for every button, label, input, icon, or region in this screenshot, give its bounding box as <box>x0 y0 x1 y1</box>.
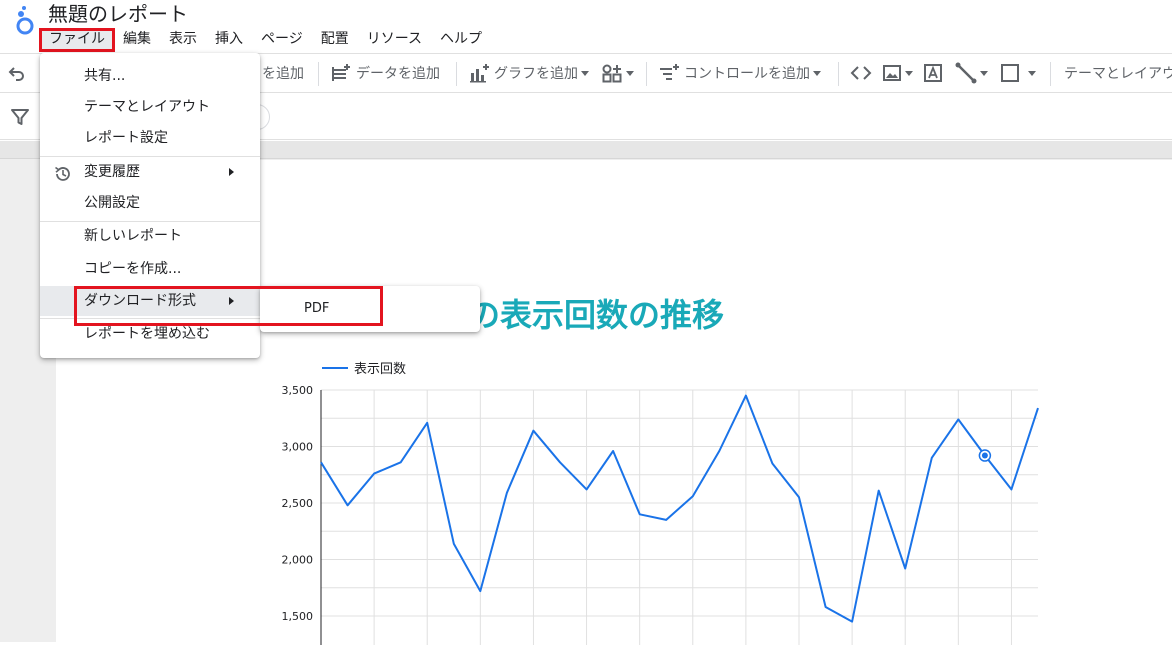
menubar: ファイル 編集 表示 挿入 ページ 配置 リソース ヘルプ <box>39 28 491 52</box>
download-submenu: PDF <box>260 286 480 332</box>
data-point <box>744 394 748 398</box>
data-point <box>770 461 774 465</box>
document-title[interactable]: 無題のレポート <box>48 0 188 28</box>
data-point <box>877 489 881 493</box>
shape-icon[interactable] <box>1000 60 1036 86</box>
embed-code-icon[interactable] <box>850 60 872 86</box>
filter-icon[interactable] <box>10 107 30 131</box>
data-point-highlight <box>981 452 988 459</box>
menu-item-version-history[interactable]: 変更履歴 <box>40 157 260 187</box>
add-data-button[interactable]: データを追加 <box>330 60 440 86</box>
report-title[interactable]: の表示回数の推移 <box>468 290 724 336</box>
submenu-arrow-icon <box>229 168 234 176</box>
add-data-icon <box>332 64 350 81</box>
menu-item-embed-report[interactable]: レポートを埋め込む <box>40 319 260 349</box>
add-chart-label: グラフを追加 <box>494 66 578 82</box>
y-tick-label: 1,500 <box>282 610 314 623</box>
data-point <box>531 429 535 433</box>
legend-label: 表示回数 <box>354 362 406 377</box>
data-point <box>558 460 562 464</box>
data-point <box>930 456 934 460</box>
add-control-button[interactable]: コントロールを追加 <box>658 60 821 86</box>
add-component-button[interactable] <box>601 60 634 86</box>
menu-arrange[interactable]: 配置 <box>312 29 358 51</box>
y-axis-ticks: 3,500 3,000 2,500 2,000 1,500 <box>282 384 314 623</box>
submenu-item-pdf[interactable]: PDF <box>260 294 480 324</box>
menu-item-share[interactable]: 共有... <box>40 61 260 91</box>
y-tick-label: 3,000 <box>282 441 314 454</box>
y-tick-label: 2,500 <box>282 497 314 510</box>
theme-layout-button[interactable]: テーマとレイアウト <box>1064 60 1172 86</box>
data-point <box>505 491 509 495</box>
menu-item-make-copy[interactable]: コピーを作成... <box>40 254 260 284</box>
menu-insert[interactable]: 挿入 <box>206 29 252 51</box>
menu-item-theme-layout[interactable]: テーマとレイアウト <box>40 92 260 122</box>
data-point <box>1009 487 1013 491</box>
data-point <box>372 472 376 476</box>
undo-icon[interactable] <box>8 60 26 86</box>
data-point <box>611 449 615 453</box>
looker-studio-logo-icon[interactable] <box>12 4 38 36</box>
file-menu: 共有... テーマとレイアウト レポート設定 変更履歴 公開設定 新しいレポート… <box>40 53 260 358</box>
y-tick-label: 2,000 <box>282 554 314 567</box>
data-point <box>399 460 403 464</box>
text-box-icon[interactable] <box>922 60 944 86</box>
download-as-label: ダウンロード形式 <box>84 293 196 309</box>
add-control-label: コントロールを追加 <box>684 66 810 82</box>
time-series-chart[interactable]: 3,500 3,000 2,500 2,000 1,500 表示回数 <box>270 355 1050 645</box>
data-point <box>903 567 907 571</box>
menu-view[interactable]: 表示 <box>160 29 206 51</box>
menu-item-publish-settings[interactable]: 公開設定 <box>40 188 260 218</box>
menu-edit[interactable]: 編集 <box>114 29 160 51</box>
data-point <box>1036 406 1040 410</box>
data-point <box>425 421 429 425</box>
data-point <box>850 620 854 624</box>
data-point <box>717 449 721 453</box>
data-point <box>346 503 350 507</box>
menu-file[interactable]: ファイル <box>39 28 115 52</box>
add-chart-icon <box>470 64 489 83</box>
y-tick-label: 3,500 <box>282 384 314 397</box>
data-point <box>478 589 482 593</box>
data-point <box>452 542 456 546</box>
data-point <box>638 512 642 516</box>
menu-item-download-as[interactable]: ダウンロード形式 <box>40 286 260 316</box>
data-point <box>585 487 589 491</box>
submenu-arrow-icon <box>229 297 234 305</box>
line-icon[interactable] <box>955 60 988 86</box>
add-page-button[interactable]: を追加 <box>262 60 304 86</box>
data-point <box>664 518 668 522</box>
add-component-icon <box>602 64 622 83</box>
add-control-icon <box>660 64 679 80</box>
data-point <box>319 460 323 464</box>
data-point <box>797 495 801 499</box>
menu-item-report-settings[interactable]: レポート設定 <box>40 123 260 153</box>
add-chart-button[interactable]: グラフを追加 <box>468 60 589 86</box>
menu-help[interactable]: ヘルプ <box>431 29 491 51</box>
data-point <box>691 494 695 498</box>
data-point <box>824 605 828 609</box>
data-point <box>956 417 960 421</box>
chart-legend: 表示回数 <box>322 362 406 377</box>
version-history-label: 変更履歴 <box>84 164 140 180</box>
menu-resource[interactable]: リソース <box>358 29 431 51</box>
menu-item-new-report[interactable]: 新しいレポート <box>40 221 260 251</box>
menu-page[interactable]: ページ <box>252 29 312 51</box>
add-data-label: データを追加 <box>356 66 440 82</box>
image-icon[interactable] <box>882 60 913 86</box>
